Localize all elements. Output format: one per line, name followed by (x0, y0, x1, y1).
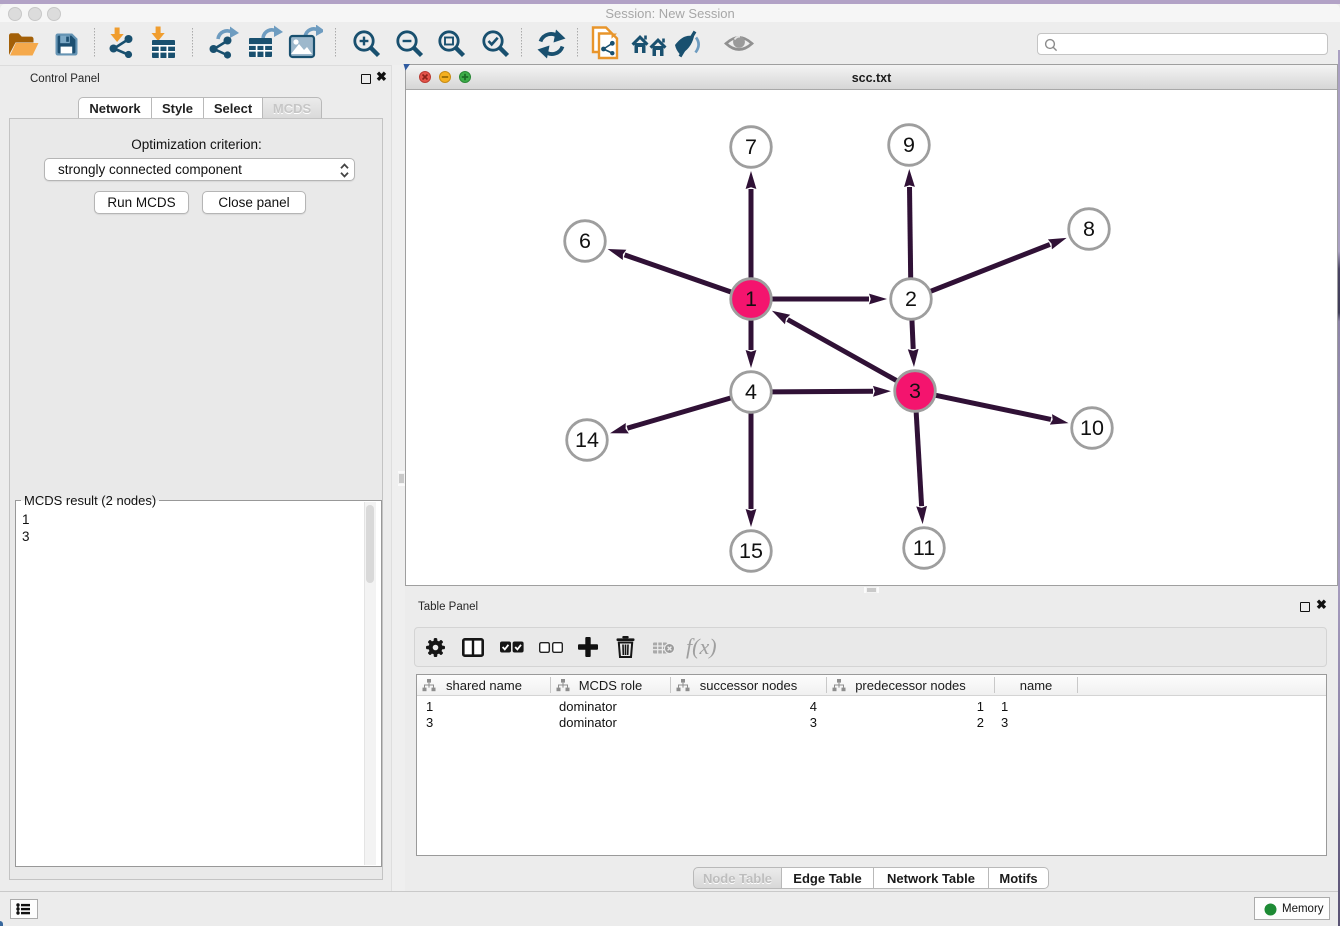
svg-text:10: 10 (1080, 416, 1104, 440)
svg-text:9: 9 (903, 133, 915, 157)
svg-text:4: 4 (745, 380, 757, 404)
svg-text:15: 15 (739, 539, 763, 563)
svg-text:8: 8 (1083, 217, 1095, 241)
svg-text:1: 1 (745, 287, 757, 311)
svg-text:6: 6 (579, 229, 591, 253)
svg-text:3: 3 (909, 379, 921, 403)
svg-text:14: 14 (575, 428, 599, 452)
svg-text:2: 2 (905, 287, 917, 311)
svg-text:11: 11 (913, 536, 935, 560)
svg-text:7: 7 (745, 135, 757, 159)
